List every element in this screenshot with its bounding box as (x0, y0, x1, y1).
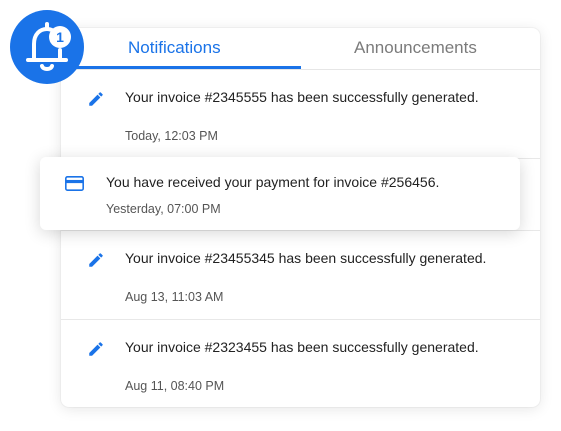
notification-message: Your invoice #2323455 has been successfu… (125, 339, 479, 355)
notification-message: You have received your payment for invoi… (106, 174, 440, 190)
notification-badge[interactable]: 1 (10, 10, 84, 84)
credit-card-icon (65, 176, 84, 191)
notification-time: Aug 13, 11:03 AM (125, 290, 224, 304)
tab-bar: Notifications Announcements (61, 28, 540, 70)
pencil-icon (89, 92, 103, 106)
notification-item[interactable]: Your invoice #23455345 has been successf… (61, 230, 540, 320)
pencil-icon (89, 342, 103, 356)
notification-message: Your invoice #2345555 has been successfu… (125, 89, 479, 105)
highlighted-notification-card[interactable]: You have received your payment for invoi… (40, 157, 520, 230)
pencil-icon (89, 253, 103, 267)
notification-time: Today, 12:03 PM (125, 129, 218, 143)
tab-notifications[interactable]: Notifications (128, 38, 221, 58)
badge-count: 1 (56, 29, 64, 45)
notification-time: Yesterday, 07:00 PM (106, 202, 221, 216)
tab-announcements[interactable]: Announcements (354, 38, 477, 58)
notification-item[interactable]: Your invoice #2345555 has been successfu… (61, 69, 540, 159)
notification-time: Aug 11, 08:40 PM (125, 379, 225, 393)
notification-item[interactable]: Your invoice #2323455 has been successfu… (61, 319, 540, 407)
notification-message: Your invoice #23455345 has been successf… (125, 250, 487, 266)
